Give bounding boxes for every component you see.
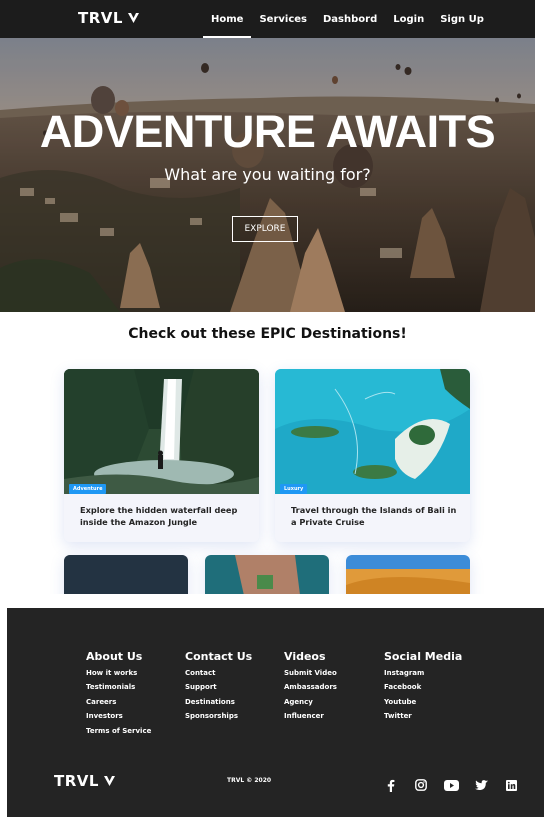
- footer-link[interactable]: Youtube: [384, 698, 462, 712]
- destination-card-bali[interactable]: Luxury Travel through the Islands of Bal…: [275, 369, 470, 542]
- footer-link[interactable]: Testimonials: [86, 683, 151, 697]
- brand-mark-icon: [103, 776, 115, 786]
- footer-heading: About Us: [86, 650, 143, 663]
- footer-column-contact: Contact Us Contact Support Destinations …: [185, 650, 252, 727]
- footer-link[interactable]: Submit Video: [284, 669, 337, 683]
- nav-home[interactable]: Home: [203, 0, 252, 38]
- footer-link[interactable]: Destinations: [185, 698, 252, 712]
- footer-link[interactable]: Facebook: [384, 683, 462, 697]
- footer-link[interactable]: Ambassadors: [284, 683, 337, 697]
- footer-heading: Contact Us: [185, 650, 253, 663]
- footer-heading: Videos: [284, 650, 326, 663]
- copyright-text: TRVL © 2020: [227, 777, 272, 784]
- twitter-icon[interactable]: [473, 778, 489, 792]
- nav-menu: Home Services Dashbord Login Sign Up: [203, 0, 492, 38]
- brand-logo[interactable]: TRVL: [78, 9, 140, 27]
- footer-link[interactable]: Agency: [284, 698, 337, 712]
- footer: About Us How it works Testimonials Caree…: [7, 608, 544, 817]
- destinations-section: Check out these EPIC Destinations! Adven…: [0, 312, 535, 594]
- footer-heading: Social Media: [384, 650, 463, 663]
- facebook-icon[interactable]: [383, 778, 399, 792]
- brand-mark-icon: [127, 13, 139, 23]
- footer-brand-name: TRVL: [54, 772, 99, 790]
- destination-card-island[interactable]: [205, 555, 329, 594]
- destination-card-ocean[interactable]: [64, 555, 188, 594]
- footer-brand-logo[interactable]: TRVL: [54, 772, 116, 790]
- linkedin-icon[interactable]: [503, 778, 519, 792]
- destination-card-desert[interactable]: [346, 555, 470, 594]
- instagram-icon[interactable]: [413, 778, 429, 792]
- footer-link[interactable]: Investors: [86, 712, 151, 726]
- nav-services[interactable]: Services: [251, 0, 315, 38]
- brand-name: TRVL: [78, 9, 123, 27]
- hero-title: ADVENTURE AWAITS: [39, 106, 496, 157]
- hero-section: ADVENTURE AWAITS What are you waiting fo…: [0, 38, 535, 312]
- nav-dashboard[interactable]: Dashbord: [315, 0, 385, 38]
- footer-link[interactable]: Influencer: [284, 712, 337, 726]
- nav-signup[interactable]: Sign Up: [432, 0, 492, 38]
- footer-link[interactable]: How it works: [86, 669, 151, 683]
- card-description: Travel through the Islands of Bali in a …: [291, 505, 457, 527]
- destination-card-waterfall[interactable]: Adventure Explore the hidden waterfall d…: [64, 369, 259, 542]
- explore-button[interactable]: EXPLORE: [232, 216, 298, 242]
- navbar: TRVL Home Services Dashbord Login Sign U…: [0, 0, 535, 38]
- social-icons: [383, 778, 519, 792]
- card-image-waterfall: Adventure: [64, 369, 259, 494]
- footer-link[interactable]: Terms of Service: [86, 727, 151, 741]
- card-category-badge: Adventure: [69, 484, 107, 494]
- footer-column-videos: Videos Submit Video Ambassadors Agency I…: [284, 650, 337, 727]
- footer-link[interactable]: Contact: [185, 669, 252, 683]
- youtube-icon[interactable]: [443, 778, 459, 792]
- footer-link[interactable]: Support: [185, 683, 252, 697]
- card-description: Explore the hidden waterfall deep inside…: [80, 505, 238, 527]
- footer-column-social: Social Media Instagram Facebook Youtube …: [384, 650, 462, 727]
- hero-subtitle: What are you waiting for?: [164, 165, 371, 184]
- nav-login[interactable]: Login: [385, 0, 432, 38]
- footer-link[interactable]: Instagram: [384, 669, 462, 683]
- footer-link[interactable]: Sponsorships: [185, 712, 252, 726]
- footer-column-about: About Us How it works Testimonials Caree…: [86, 650, 151, 741]
- destinations-heading: Check out these EPIC Destinations!: [128, 326, 407, 342]
- footer-link[interactable]: Careers: [86, 698, 151, 712]
- card-image-bali: Luxury: [275, 369, 470, 494]
- footer-link[interactable]: Twitter: [384, 712, 462, 726]
- card-category-badge: Luxury: [280, 484, 308, 494]
